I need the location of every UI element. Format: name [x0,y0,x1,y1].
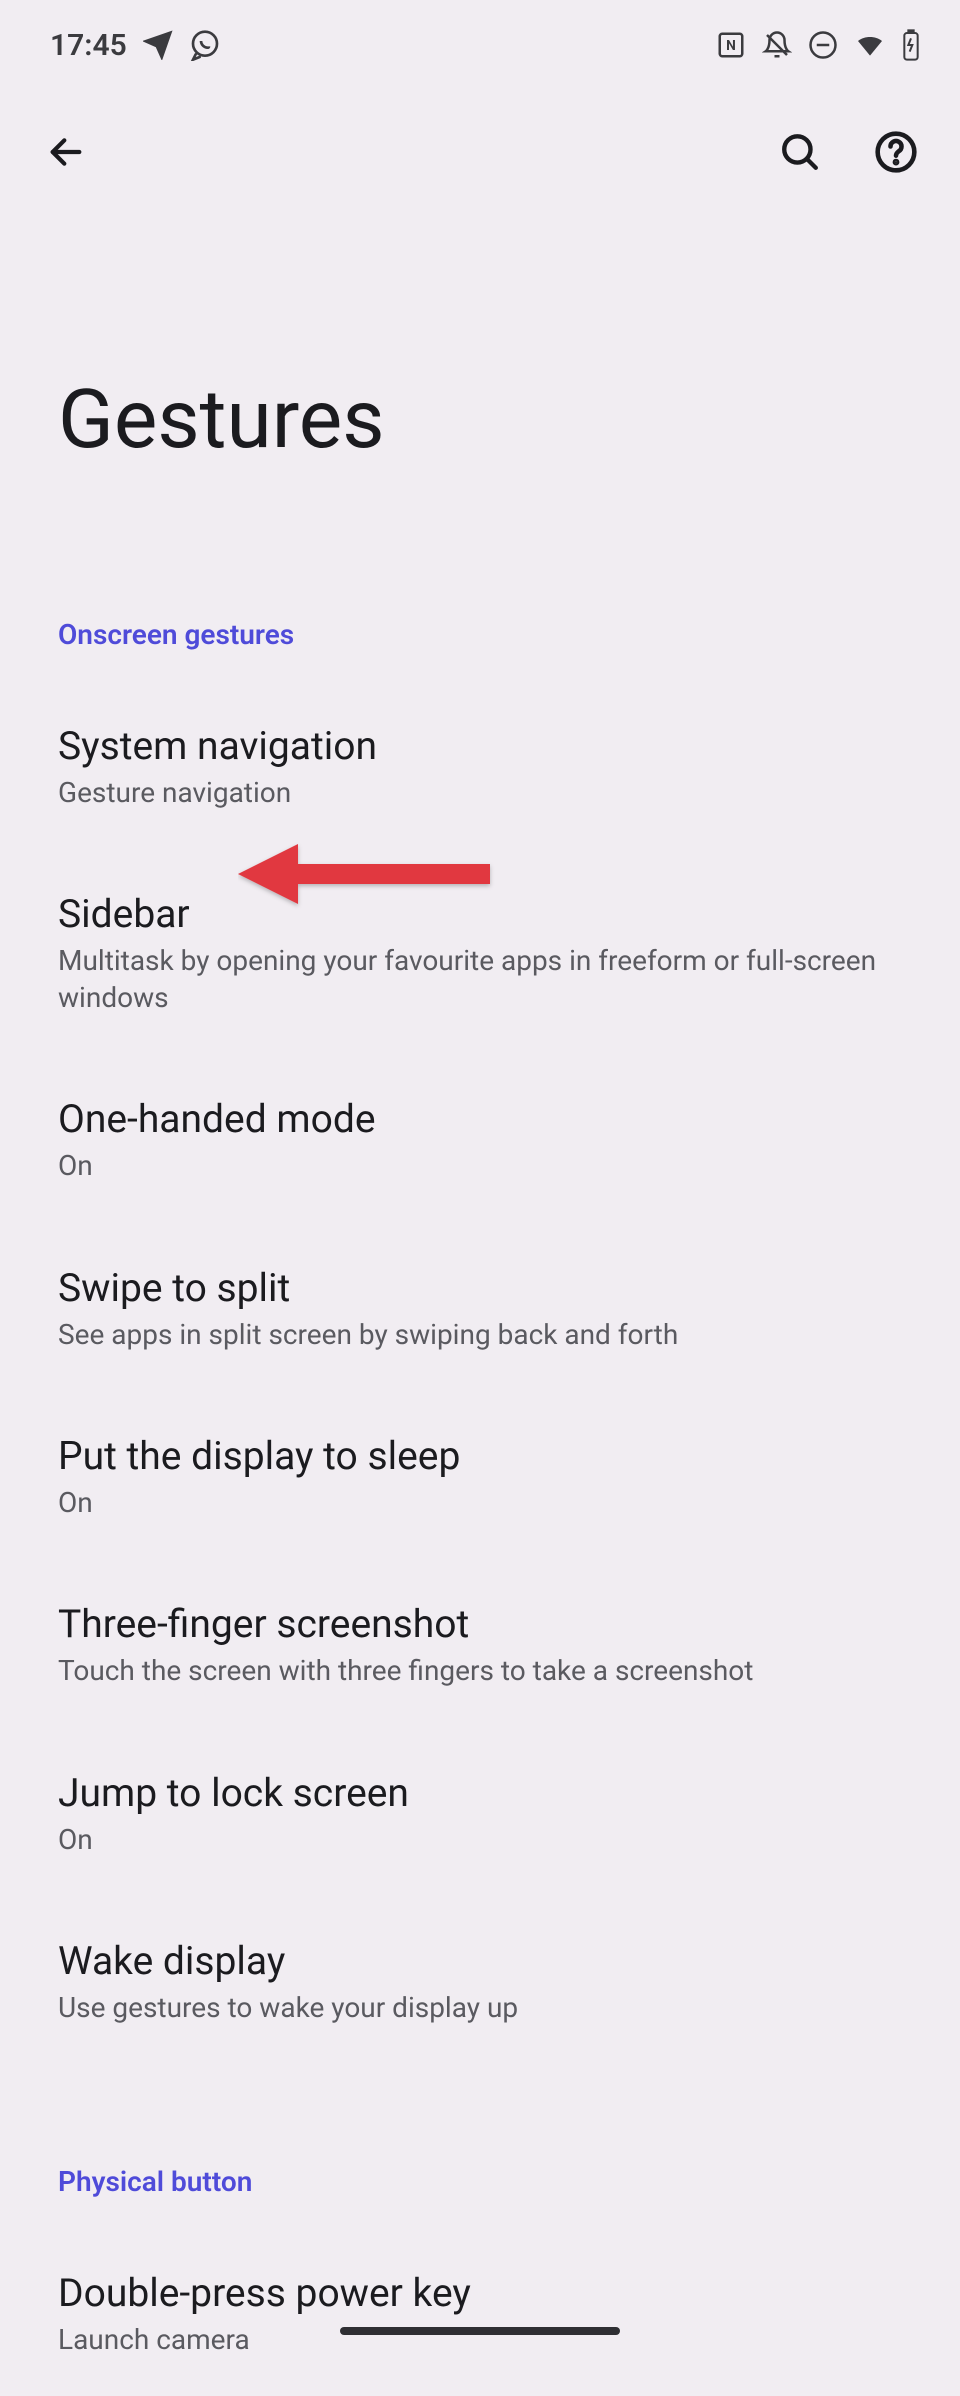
search-button[interactable] [776,128,824,176]
item-system-navigation[interactable]: System navigation Gesture navigation [0,651,960,849]
item-sub: Multitask by opening your favourite apps… [58,943,902,1016]
item-swipe-to-split[interactable]: Swipe to split See apps in split screen … [0,1223,960,1391]
item-sub: Touch the screen with three fingers to t… [58,1653,902,1689]
item-title: System navigation [58,723,902,769]
item-sub: On [58,1148,902,1184]
status-bar: 17:45 N [0,0,960,82]
header-bar [0,82,960,192]
item-one-handed-mode[interactable]: One-handed mode On [0,1054,960,1222]
item-title: Swipe to split [58,1265,902,1311]
item-title: Wake display [58,1938,902,1984]
item-title: Three-finger screenshot [58,1601,902,1647]
status-time: 17:45 [50,28,127,63]
item-title: Double-press power key [58,2270,902,2316]
item-double-press-power[interactable]: Double-press power key Launch camera [0,2198,960,2396]
notifications-off-icon [762,30,792,60]
do-not-disturb-icon [808,30,838,60]
item-title: Jump to lock screen [58,1770,902,1816]
item-sub: Use gestures to wake your display up [58,1990,902,2026]
item-sidebar[interactable]: Sidebar Multitask by opening your favour… [0,849,960,1054]
header-actions [776,128,920,176]
item-sub: On [58,1822,902,1858]
item-title: Sidebar [58,891,902,937]
nfc-icon: N [716,30,746,60]
battery-charging-icon [902,29,920,61]
status-left: 17:45 [50,28,221,63]
item-jump-to-lock-screen[interactable]: Jump to lock screen On [0,1728,960,1896]
item-sub: Gesture navigation [58,775,902,811]
telegram-icon [143,30,173,60]
section-header-onscreen: Onscreen gestures [0,468,960,651]
status-right: N [716,29,920,61]
item-put-display-to-sleep[interactable]: Put the display to sleep On [0,1391,960,1559]
wifi-icon [854,29,886,61]
page-title: Gestures [0,192,960,468]
item-sub: See apps in split screen by swiping back… [58,1317,902,1353]
item-three-finger-screenshot[interactable]: Three-finger screenshot Touch the screen… [0,1559,960,1727]
item-wake-display[interactable]: Wake display Use gestures to wake your d… [0,1896,960,2064]
gesture-nav-bar[interactable] [340,2327,620,2335]
item-sub: On [58,1485,902,1521]
whatsapp-icon [189,29,221,61]
help-button[interactable] [872,128,920,176]
section-header-physical: Physical button [0,2065,960,2198]
item-title: One-handed mode [58,1096,902,1142]
svg-text:N: N [726,38,736,54]
back-button[interactable] [42,128,90,176]
item-title: Put the display to sleep [58,1433,902,1479]
